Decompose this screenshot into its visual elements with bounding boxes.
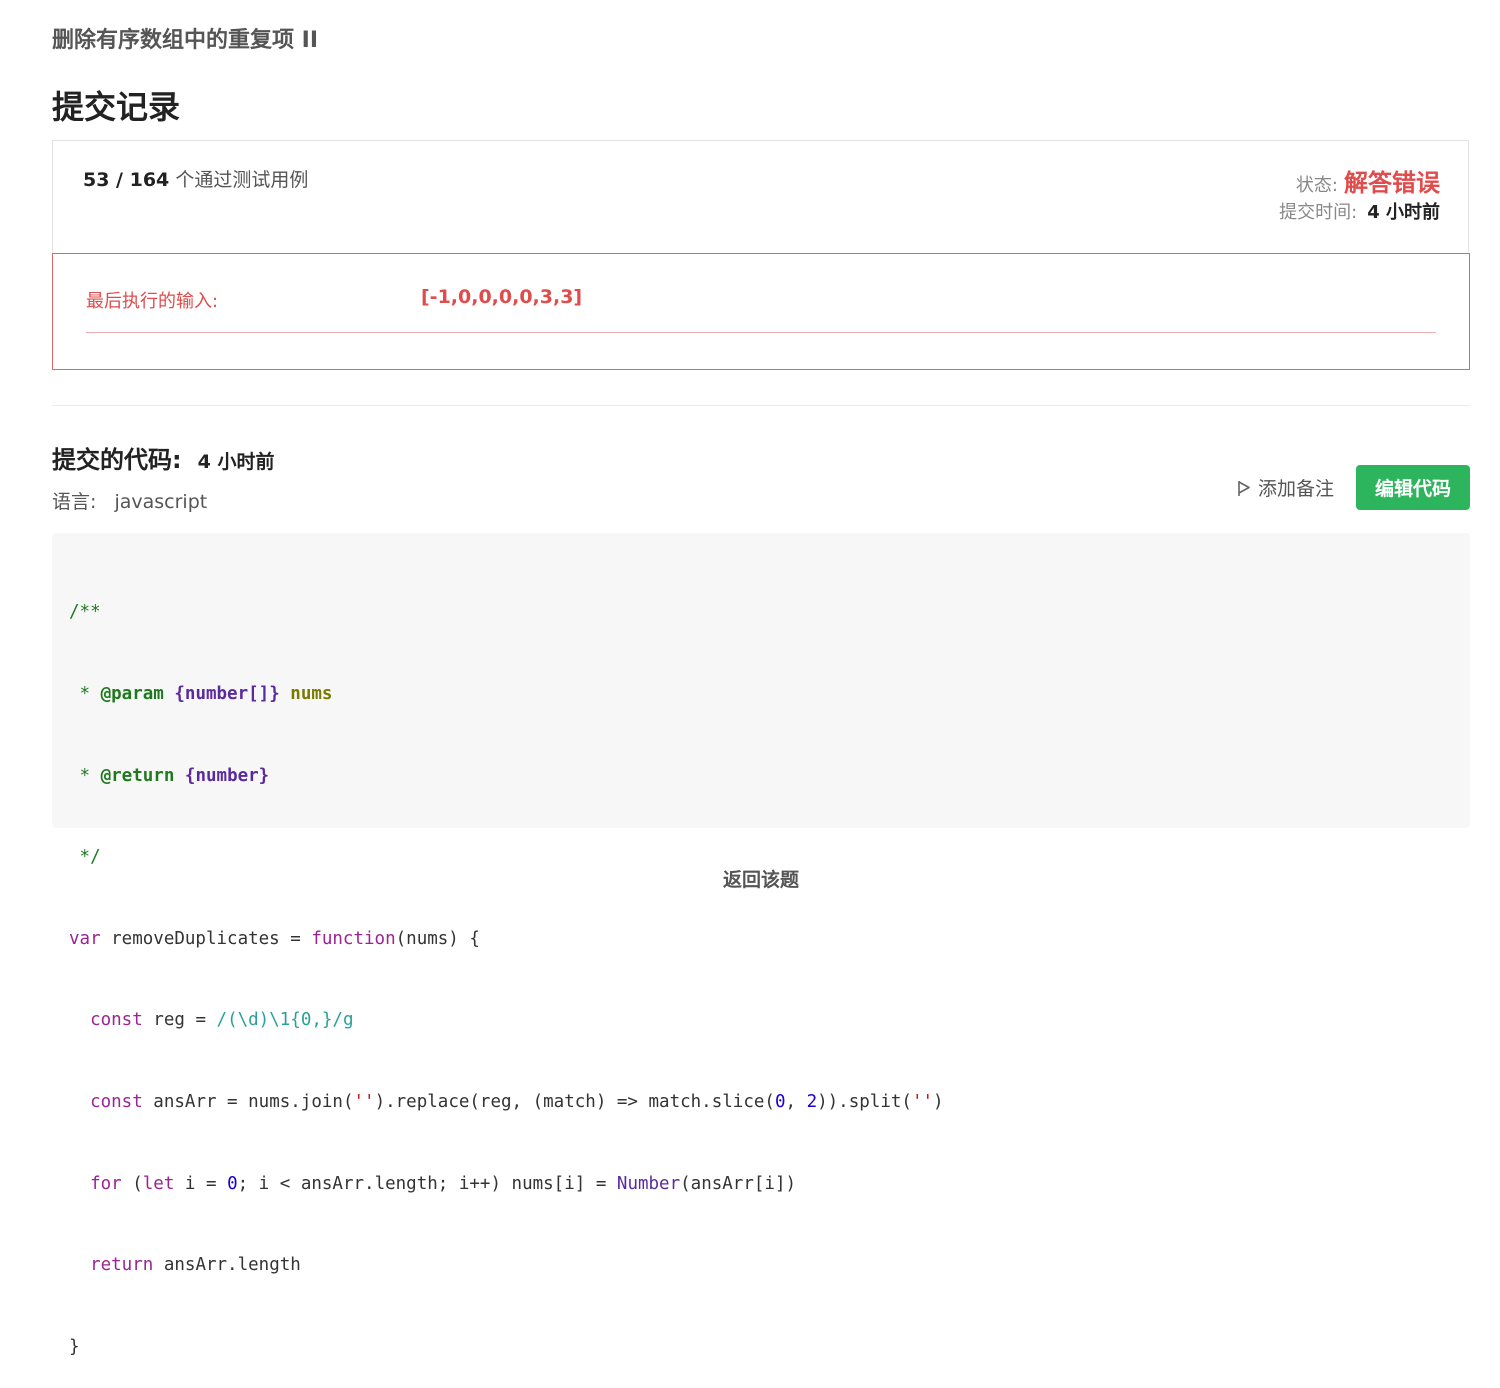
code-block[interactable]: /** * @param {number[]} nums * @return {… (52, 533, 1470, 1357)
code-line: var removeDuplicates = function(nums) { (69, 928, 480, 949)
submission-summary-panel: 53 / 164 个通过测试用例 状态: 解答错误 提交时间: 4 小时前 (52, 140, 1469, 252)
cases-passed-text: 个通过测试用例 (175, 169, 309, 191)
last-input-value: [-1,0,0,0,0,3,3] (421, 286, 583, 308)
status-row: 状态: 解答错误 (1296, 163, 1440, 198)
code-line: for (let i = 0; i < ansArr.length; i++) … (90, 1173, 797, 1194)
test-cases-result: 53 / 164 个通过测试用例 (83, 165, 308, 192)
code-heading-time: 4 小时前 (197, 451, 275, 473)
submit-time-label: 提交时间: (1279, 202, 1358, 223)
section-divider (52, 405, 1470, 406)
edit-code-button[interactable]: 编辑代码 (1356, 465, 1470, 510)
language-label: 语言: (52, 491, 97, 513)
code-line: * @param {number[]} nums (69, 684, 333, 704)
language-row: 语言: javascript (52, 487, 207, 514)
add-note-button[interactable]: 添加备注 (1236, 474, 1334, 501)
last-input-label: 最后执行的输入: (86, 291, 219, 312)
code-line: } (69, 1336, 80, 1357)
code-heading: 提交的代码: 4 小时前 (52, 440, 274, 475)
flag-icon (1238, 480, 1250, 496)
code-line: return ansArr.length (90, 1255, 301, 1276)
jsdoc-prefix: * (69, 684, 101, 704)
last-input-panel: 最后执行的输入: [-1,0,0,0,0,3,3] (52, 253, 1470, 370)
submit-time-row: 提交时间: 4 小时前 (1279, 198, 1440, 224)
page-heading: 提交记录 (52, 88, 181, 126)
submit-time-value: 4 小时前 (1367, 202, 1440, 223)
code-heading-label: 提交的代码: (52, 446, 182, 474)
divider (86, 332, 1436, 333)
language-value: javascript (114, 491, 208, 513)
cases-passed-count: 53 / 164 (83, 169, 170, 191)
back-to-problem-link[interactable]: 返回该题 (0, 865, 1500, 892)
code-line: const ansArr = nums.join('').replace(reg… (90, 1091, 944, 1112)
add-note-label: 添加备注 (1258, 478, 1335, 500)
problem-title[interactable]: 删除有序数组中的重复项 II (52, 22, 318, 54)
status-badge: 解答错误 (1344, 169, 1440, 197)
code-line: /** (69, 602, 101, 623)
code-line: const reg = /(\d)\1{0,}/g (90, 1010, 354, 1031)
code-line: * @return {number} (69, 765, 270, 786)
status-label: 状态: (1295, 175, 1338, 196)
